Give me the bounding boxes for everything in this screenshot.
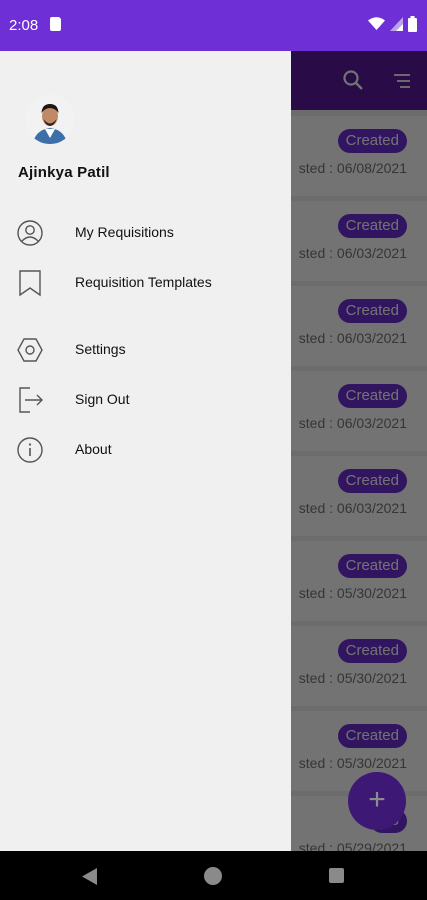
menu-item-sign-out[interactable]: Sign Out [0, 378, 291, 422]
user-name: Ajinkya Patil [18, 164, 110, 181]
menu-item-settings[interactable]: Settings [0, 328, 291, 372]
menu-item-label: Requisition Templates [75, 274, 212, 290]
menu-item-label: My Requisitions [75, 224, 174, 240]
recent-apps-icon[interactable] [329, 868, 344, 883]
status-bar: 2:08 [0, 0, 427, 51]
account-circle-icon [17, 220, 43, 246]
system-nav-bar [0, 851, 427, 900]
menu-item-label: About [75, 441, 112, 457]
battery-icon [408, 16, 417, 32]
back-icon[interactable] [82, 868, 97, 885]
status-time: 2:08 [9, 17, 39, 34]
menu-item-label: Settings [75, 341, 126, 357]
sign-out-icon [19, 387, 43, 413]
sim-card-icon [50, 17, 61, 31]
menu-item-about[interactable]: About [0, 428, 291, 472]
navigation-drawer: Ajinkya Patil My Requisitions Requisitio… [0, 51, 291, 851]
fab-scrim [348, 772, 406, 830]
info-icon [17, 437, 43, 463]
settings-hexagon-icon [17, 338, 43, 362]
cell-signal-icon [390, 17, 403, 31]
home-icon[interactable] [204, 867, 222, 885]
profile-photo [25, 94, 75, 144]
menu-item-label: Sign Out [75, 391, 130, 407]
menu-item-my-requisitions[interactable]: My Requisitions [0, 211, 291, 255]
avatar[interactable] [25, 94, 75, 144]
menu-item-requisition-templates[interactable]: Requisition Templates [0, 261, 291, 305]
wifi-icon [368, 17, 385, 30]
bookmark-icon [19, 270, 41, 297]
